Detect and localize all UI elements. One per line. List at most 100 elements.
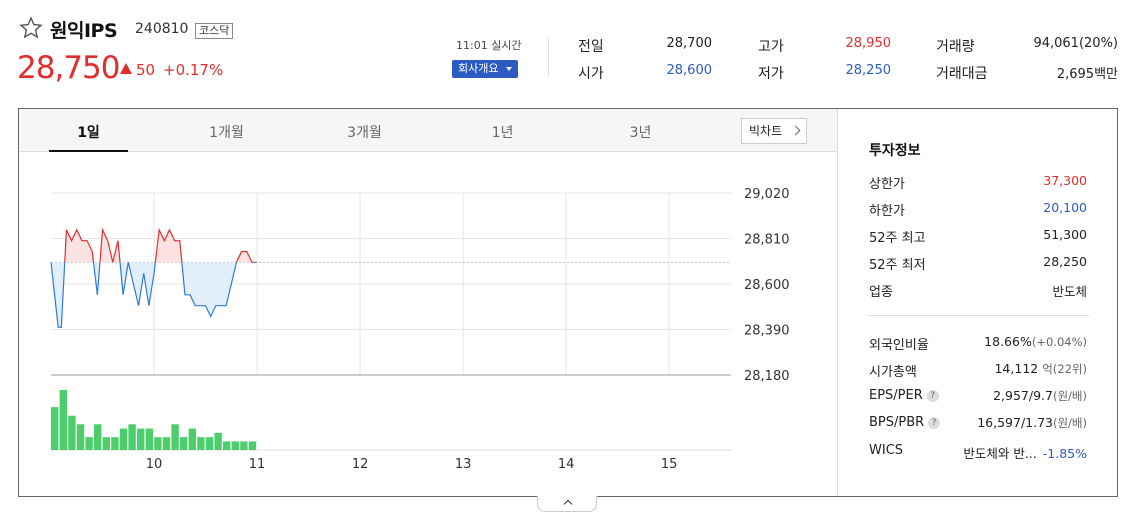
eps-per-unit: (원/배) bbox=[1052, 389, 1087, 403]
amount-label: 거래대금 bbox=[936, 66, 988, 82]
tab-3y[interactable]: 3년 bbox=[601, 122, 680, 142]
y-tick-label: 28,810 bbox=[744, 233, 790, 248]
x-tick-label: 15 bbox=[661, 457, 678, 472]
volume-bar bbox=[223, 441, 231, 450]
y-tick-label: 28,390 bbox=[744, 324, 790, 339]
low-label: 저가 bbox=[758, 66, 784, 82]
eps-per-value: 2,957/9.7(원/배) bbox=[993, 388, 1087, 404]
period-tabs: 1일 1개월 3개월 1년 3년 빅차트 bbox=[19, 109, 837, 152]
bps-pbr-label-text: BPS/PBR bbox=[869, 415, 925, 430]
intraday-chart: 29,020 28,810 28,600 28,390 28,180 10 11 12 13 14… bbox=[50, 187, 790, 472]
volume-bar bbox=[76, 424, 85, 450]
foreign-ratio-value: 18.66%(+0.04%) bbox=[984, 334, 1087, 349]
help-icon[interactable]: ? bbox=[926, 390, 939, 402]
volume-bar bbox=[137, 428, 145, 450]
market-badge: 코스닥 bbox=[195, 23, 234, 39]
volume-bar bbox=[180, 437, 188, 450]
wics-sector[interactable]: 반도체와 반... bbox=[963, 446, 1036, 461]
w52-low-value: 28,250 bbox=[1043, 254, 1087, 269]
foreign-ratio: 18.66% bbox=[984, 334, 1032, 349]
bps-pbr-label: BPS/PBR? bbox=[869, 415, 941, 430]
volume-bar bbox=[145, 428, 153, 450]
eps-per-label: EPS/PER? bbox=[869, 388, 939, 403]
current-price: 28,750 bbox=[17, 50, 120, 86]
volume-bar bbox=[240, 441, 248, 450]
favorite-star-icon[interactable] bbox=[19, 16, 43, 40]
volume-label: 거래량 bbox=[936, 39, 975, 55]
high-value: 28,950 bbox=[845, 36, 892, 51]
volume-bar bbox=[214, 432, 222, 450]
sector-value[interactable]: 반도체 bbox=[1052, 281, 1087, 300]
tab-1d[interactable]: 1일 bbox=[49, 122, 128, 142]
divider bbox=[869, 315, 1089, 316]
high-label: 고가 bbox=[758, 39, 784, 55]
volume-value: 94,061(20%) bbox=[1033, 36, 1118, 51]
market-cap-value: 14,112 억(22위) bbox=[994, 361, 1087, 377]
big-chart-label: 빅차트 bbox=[749, 124, 783, 138]
w52-high-value: 51,300 bbox=[1043, 227, 1087, 242]
x-tick-label: 13 bbox=[455, 457, 472, 472]
wics-change: -1.85% bbox=[1042, 446, 1087, 461]
help-icon[interactable]: ? bbox=[928, 417, 941, 429]
volume-bar bbox=[59, 390, 67, 450]
sector-label: 업종 bbox=[869, 285, 893, 300]
upper-limit-label: 상한가 bbox=[869, 177, 905, 192]
wics-label: WICS bbox=[869, 443, 904, 458]
big-chart-button[interactable]: 빅차트 bbox=[741, 118, 807, 144]
w52-low-label: 52주 최저 bbox=[869, 258, 926, 273]
open-value: 28,600 bbox=[666, 63, 713, 78]
lower-limit-value: 20,100 bbox=[1043, 200, 1087, 215]
tab-1y[interactable]: 1년 bbox=[463, 122, 542, 142]
chevron-right-icon bbox=[790, 125, 801, 136]
volume-bar bbox=[162, 437, 171, 450]
stock-name: 원익IPS bbox=[50, 20, 118, 42]
y-tick-label: 29,020 bbox=[744, 187, 790, 202]
investment-info-title: 투자정보 bbox=[869, 143, 921, 159]
wics-value: 반도체와 반... -1.85% bbox=[963, 443, 1087, 462]
volume-bar bbox=[154, 437, 162, 450]
volume-bar bbox=[102, 437, 110, 450]
volume-bar bbox=[171, 424, 179, 450]
divider bbox=[837, 109, 838, 496]
upper-limit-value: 37,300 bbox=[1043, 173, 1087, 188]
volume-bar bbox=[85, 437, 93, 450]
price-change: 50 bbox=[136, 61, 156, 79]
market-cap: 14,112 bbox=[994, 361, 1039, 376]
low-value: 28,250 bbox=[845, 63, 892, 78]
company-overview-button[interactable]: 회사개요 bbox=[452, 60, 518, 78]
divider bbox=[548, 38, 549, 76]
stock-code: 240810 bbox=[135, 21, 189, 37]
market-cap-label: 시가총액 bbox=[869, 365, 917, 380]
foreign-ratio-change: (+0.04%) bbox=[1031, 335, 1087, 349]
collapse-button[interactable] bbox=[537, 496, 597, 512]
x-tick-label: 11 bbox=[249, 457, 266, 472]
volume-bar bbox=[119, 428, 128, 450]
volume-bar bbox=[188, 428, 196, 450]
volume-bar bbox=[128, 424, 136, 450]
eps-per-label-text: EPS/PER bbox=[869, 388, 923, 403]
volume-bar bbox=[94, 424, 102, 450]
x-tick-label: 14 bbox=[558, 457, 575, 472]
foreign-ratio-label: 외국인비율 bbox=[869, 338, 929, 353]
volume-bar bbox=[51, 407, 59, 450]
eps-per: 2,957/9.7 bbox=[993, 388, 1053, 403]
volume-bar bbox=[68, 415, 76, 450]
lower-limit-label: 하한가 bbox=[869, 204, 905, 219]
up-arrow-icon bbox=[120, 63, 132, 74]
prev-close-label: 전일 bbox=[578, 39, 604, 55]
chevron-up-icon bbox=[563, 499, 573, 509]
market-cap-unit: 억(22위) bbox=[1042, 362, 1087, 376]
price-change-rate: +0.17% bbox=[163, 61, 224, 79]
bps-pbr-unit: (원/배) bbox=[1052, 416, 1087, 430]
volume-bar bbox=[197, 437, 205, 450]
bps-pbr: 16,597/1.73 bbox=[977, 415, 1053, 430]
realtime-label: 11:01 실시간 bbox=[456, 39, 522, 52]
tab-3m[interactable]: 3개월 bbox=[325, 122, 404, 142]
volume-bar bbox=[231, 441, 239, 450]
volume-bar bbox=[205, 437, 214, 450]
x-tick-label: 10 bbox=[146, 457, 163, 472]
open-label: 시가 bbox=[578, 66, 604, 82]
tab-1m[interactable]: 1개월 bbox=[187, 122, 266, 142]
volume-bar bbox=[248, 441, 257, 450]
y-tick-label: 28,180 bbox=[744, 369, 790, 384]
